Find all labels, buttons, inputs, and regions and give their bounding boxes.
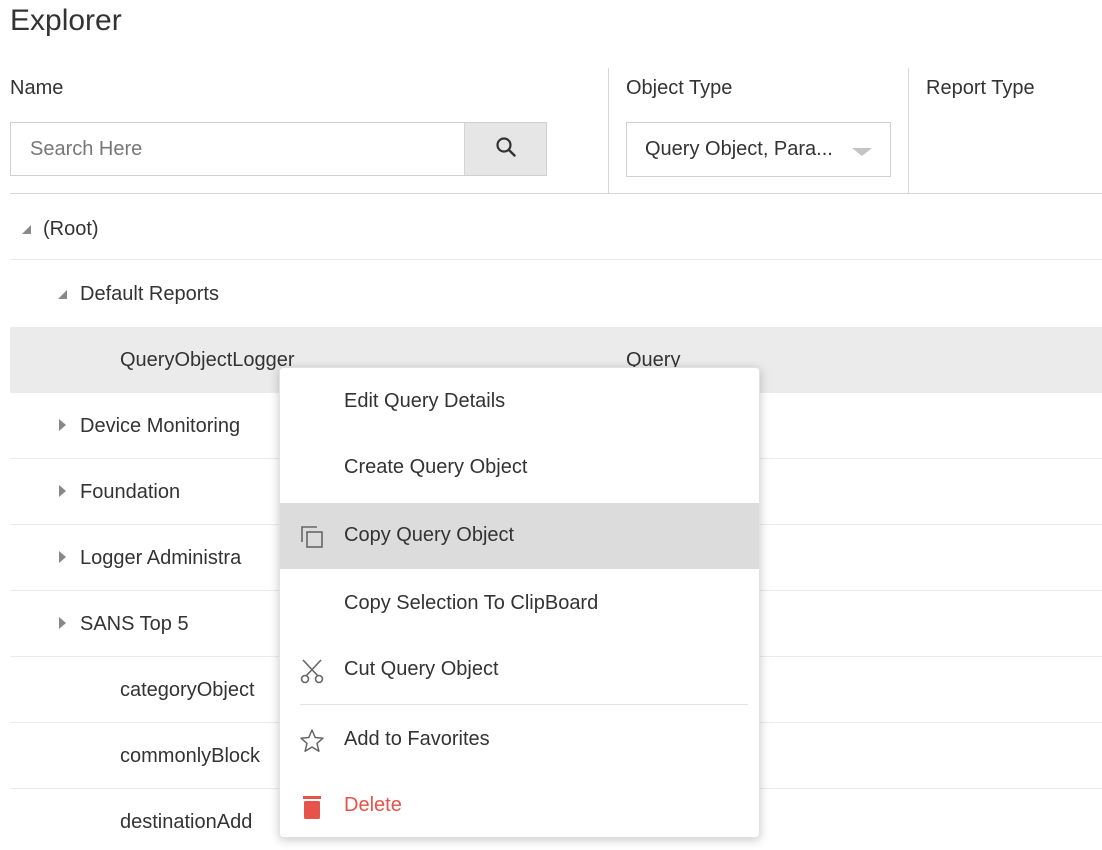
- menu-item-create-query-object[interactable]: Create Query Object: [280, 435, 759, 501]
- column-header-report-type: Report Type: [926, 77, 1035, 99]
- trash-icon: [298, 793, 326, 821]
- tree-row-label: categoryObject: [120, 679, 255, 701]
- column-divider: [608, 68, 609, 194]
- tree-row-label: Default Reports: [80, 283, 219, 305]
- search-button[interactable]: [464, 123, 546, 175]
- menu-item-edit-query-details[interactable]: Edit Query Details: [280, 369, 759, 435]
- tree-row-label: commonlyBlock: [120, 745, 261, 767]
- menu-separator: [300, 704, 748, 705]
- tree-row-root[interactable]: (Root): [10, 196, 1102, 262]
- tree-row-label: (Root): [43, 218, 99, 240]
- star-icon: [298, 727, 326, 755]
- expanded-triangle-icon[interactable]: [22, 225, 31, 234]
- menu-item-delete[interactable]: Delete: [280, 773, 759, 839]
- tree-row-label: QueryObjectLogger: [120, 349, 295, 371]
- menu-item-cut-query-object[interactable]: Cut Query Object: [280, 637, 759, 703]
- menu-item-label: Create Query Object: [344, 456, 528, 478]
- column-header-name: Name: [10, 77, 64, 99]
- search-input[interactable]: [11, 123, 464, 175]
- object-type-select-value: Query Object, Para...: [645, 138, 833, 160]
- tree-row-label: Logger Administra: [80, 547, 242, 569]
- context-menu: Edit Query Details Create Query Object C…: [279, 367, 760, 838]
- explorer-page: Explorer Name Object Type Report Type Qu…: [0, 0, 1102, 850]
- collapsed-triangle-icon[interactable]: [59, 551, 66, 563]
- menu-item-copy-selection-to-clipboard[interactable]: Copy Selection To ClipBoard: [280, 571, 759, 637]
- expanded-triangle-icon[interactable]: [58, 290, 67, 299]
- menu-item-copy-query-object[interactable]: Copy Query Object: [280, 503, 759, 569]
- menu-item-label: Add to Favorites: [344, 728, 490, 750]
- copy-icon: [298, 523, 326, 551]
- column-header-object-type: Object Type: [626, 77, 733, 99]
- row-divider: [10, 259, 1102, 260]
- page-title: Explorer: [10, 4, 122, 37]
- tree-row-label: SANS Top 5: [80, 613, 189, 635]
- menu-item-label: Delete: [344, 794, 402, 816]
- tree-row-default-reports[interactable]: Default Reports: [10, 261, 1102, 327]
- menu-item-label: Cut Query Object: [344, 658, 499, 680]
- collapsed-triangle-icon[interactable]: [59, 617, 66, 629]
- collapsed-triangle-icon[interactable]: [59, 485, 66, 497]
- column-divider: [908, 68, 909, 194]
- menu-item-label: Edit Query Details: [344, 390, 506, 412]
- menu-item-add-to-favorites[interactable]: Add to Favorites: [280, 707, 759, 773]
- scissors-icon: [298, 657, 326, 685]
- search-box: [10, 122, 547, 176]
- object-type-select[interactable]: Query Object, Para...: [626, 122, 891, 177]
- collapsed-triangle-icon[interactable]: [59, 419, 66, 431]
- tree-row-label: destinationAdd: [120, 811, 253, 833]
- search-icon: [495, 136, 517, 163]
- menu-item-label: Copy Selection To ClipBoard: [344, 592, 599, 614]
- chevron-down-icon: [852, 148, 872, 156]
- tree-row-label: Device Monitoring: [80, 415, 241, 437]
- menu-item-label: Copy Query Object: [344, 524, 515, 546]
- header-divider: [10, 193, 1102, 194]
- tree-row-label: Foundation: [80, 481, 181, 503]
